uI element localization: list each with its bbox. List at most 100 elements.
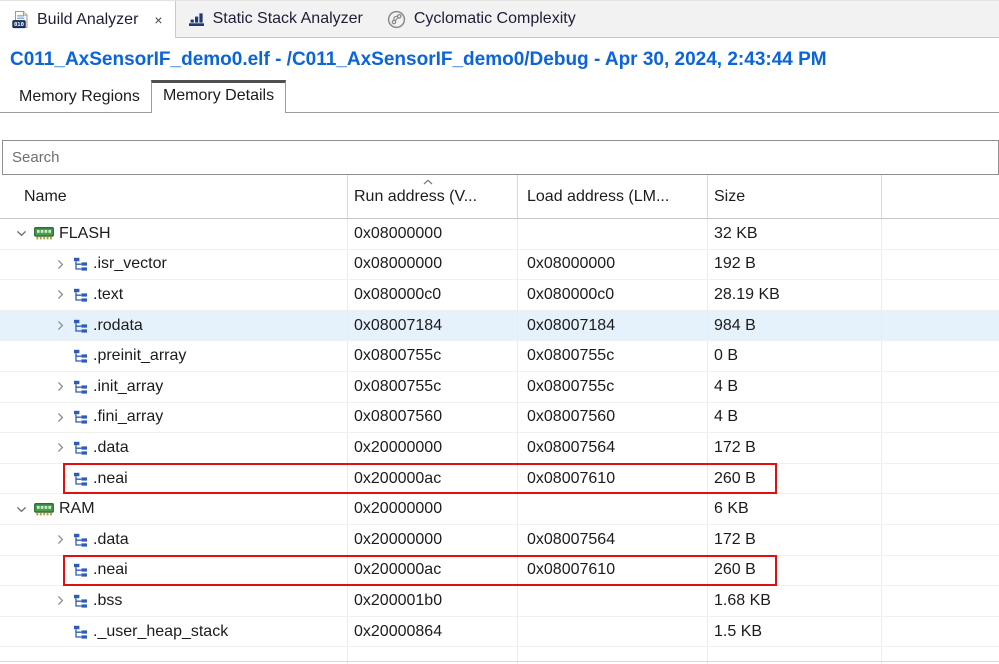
cell-name: .data [0, 525, 347, 555]
chevron-right-icon[interactable] [54, 259, 67, 270]
cell-run-address: 0x080000c0 [347, 280, 517, 310]
cell-load-address [517, 219, 707, 249]
cell-spacer [881, 433, 999, 463]
chevron-right-icon[interactable] [54, 412, 67, 423]
table-body: FLASH0x0800000032 KB.isr_vector0x0800000… [0, 219, 999, 664]
section-icon [73, 441, 88, 455]
cell-size: 4 B [707, 403, 881, 433]
cell-spacer [881, 311, 999, 341]
cell-size: 4 B [707, 372, 881, 402]
cell-spacer [881, 372, 999, 402]
table-row[interactable]: .preinit_array0x0800755c0x0800755c0 B [0, 341, 999, 372]
chevron-down-icon[interactable] [15, 506, 28, 513]
cell-size: 172 B [707, 525, 881, 555]
section-icon [73, 563, 88, 577]
column-header-name[interactable]: Name [0, 175, 347, 218]
chevron-right-icon[interactable] [54, 381, 67, 392]
build-title: C011_AxSensorIF_demo0.elf - /C011_AxSens… [0, 38, 999, 71]
cell-run-address: 0x20000000 [347, 433, 517, 463]
section-label: .bss [93, 592, 122, 610]
cell-run-address: 0x20000864 [347, 617, 517, 647]
table-row[interactable]: .fini_array0x080075600x080075604 B [0, 403, 999, 434]
cell-run-address: 0x0800755c [347, 341, 517, 371]
table-row[interactable]: .bss 0x200001b0 1.68 KB [0, 586, 999, 617]
chevron-right-icon[interactable] [54, 320, 67, 331]
section-label: .preinit_array [93, 347, 186, 365]
cell-spacer [881, 464, 999, 494]
table-row[interactable]: FLASH0x0800000032 KB [0, 219, 999, 250]
section-label: .isr_vector [93, 255, 167, 273]
tab-label: Cyclomatic Complexity [414, 10, 576, 28]
section-icon [73, 319, 88, 333]
cell-size: 1.5 KB [707, 617, 881, 647]
cell-size: 0 B [707, 341, 881, 371]
column-header-size[interactable]: Size [707, 175, 881, 218]
cell-load-address: 0x08007564 [517, 433, 707, 463]
section-label: .data [93, 439, 129, 457]
cell-size: 192 B [707, 250, 881, 280]
cell-run-address: 0x200000ac [347, 464, 517, 494]
cell-size: 1.68 KB [707, 586, 881, 616]
cell-spacer [881, 280, 999, 310]
table-row[interactable]: .data 0x200000000x08007564172 B [0, 433, 999, 464]
cell-run-address: 0x20000000 [347, 494, 517, 524]
tab-build-analyzer[interactable]: 010 Build Analyzer × [0, 1, 176, 38]
section-icon [73, 533, 88, 547]
cell-name: .bss [0, 586, 347, 616]
section-label: ._user_heap_stack [93, 623, 228, 641]
cell-size: 172 B [707, 433, 881, 463]
table-row[interactable]: ._user_heap_stack 0x20000864 1.5 KB [0, 617, 999, 648]
section-icon [73, 594, 88, 608]
cell-load-address: 0x08007184 [517, 311, 707, 341]
table-row[interactable]: .neai0x200000ac0x08007610260 B [0, 556, 999, 587]
table-row[interactable]: .neai0x200000ac0x08007610260 B [0, 464, 999, 495]
tab-memory-regions[interactable]: Memory Regions [8, 84, 151, 112]
section-icon [73, 257, 88, 271]
tab-static-stack-analyzer[interactable]: Static Stack Analyzer [176, 1, 375, 37]
table-row[interactable]: .text0x080000c00x080000c028.19 KB [0, 280, 999, 311]
section-label: .data [93, 531, 129, 549]
cell-spacer [881, 617, 999, 647]
view-bottom-border [0, 661, 999, 662]
cell-run-address: 0x08007184 [347, 311, 517, 341]
chevron-right-icon[interactable] [54, 534, 67, 545]
cell-run-address: 0x200001b0 [347, 586, 517, 616]
chevron-right-icon[interactable] [54, 595, 67, 606]
search-bar [2, 140, 999, 175]
cell-load-address: 0x08007610 [517, 464, 707, 494]
cell-name: .neai [0, 556, 347, 586]
table-row[interactable]: .data0x200000000x08007564172 B [0, 525, 999, 556]
cell-run-address: 0x08007560 [347, 403, 517, 433]
cell-load-address: 0x0800755c [517, 341, 707, 371]
chevron-right-icon[interactable] [54, 442, 67, 453]
column-header-run-address[interactable]: Run address (V... [347, 175, 517, 218]
cell-spacer [881, 341, 999, 371]
tab-cyclomatic-complexity[interactable]: Cyclomatic Complexity [375, 1, 588, 37]
chevron-down-icon[interactable] [15, 230, 28, 237]
table-row[interactable]: .rodata0x080071840x08007184984 B [0, 311, 999, 342]
section-icon [73, 380, 88, 394]
cell-run-address: 0x08000000 [347, 219, 517, 249]
sort-ascending-icon [422, 179, 434, 185]
chevron-right-icon[interactable] [54, 289, 67, 300]
cell-run-address: 0x0800755c [347, 372, 517, 402]
section-label: .rodata [93, 317, 143, 335]
cell-name: .text [0, 280, 347, 310]
table-header: Name Run address (V... Load address (LM.… [0, 175, 999, 219]
tab-label: Static Stack Analyzer [213, 10, 363, 28]
cell-spacer [881, 556, 999, 586]
table-row[interactable]: .init_array0x0800755c0x0800755c4 B [0, 372, 999, 403]
cell-name: .preinit_array [0, 341, 347, 371]
table-row[interactable]: .isr_vector0x080000000x08000000192 B [0, 250, 999, 281]
cell-run-address: 0x200000ac [347, 556, 517, 586]
stack-chart-icon [188, 11, 205, 27]
cell-size: 260 B [707, 556, 881, 586]
search-input[interactable] [2, 140, 999, 175]
tab-memory-details[interactable]: Memory Details [151, 80, 286, 113]
column-header-load-address[interactable]: Load address (LM... [517, 175, 707, 218]
close-icon[interactable]: × [154, 13, 162, 27]
cell-load-address: 0x0800755c [517, 372, 707, 402]
view-tab-bar: 010 Build Analyzer × Static Stack Analyz… [0, 0, 999, 38]
table-row[interactable]: RAM0x200000006 KB [0, 494, 999, 525]
cell-size: 260 B [707, 464, 881, 494]
